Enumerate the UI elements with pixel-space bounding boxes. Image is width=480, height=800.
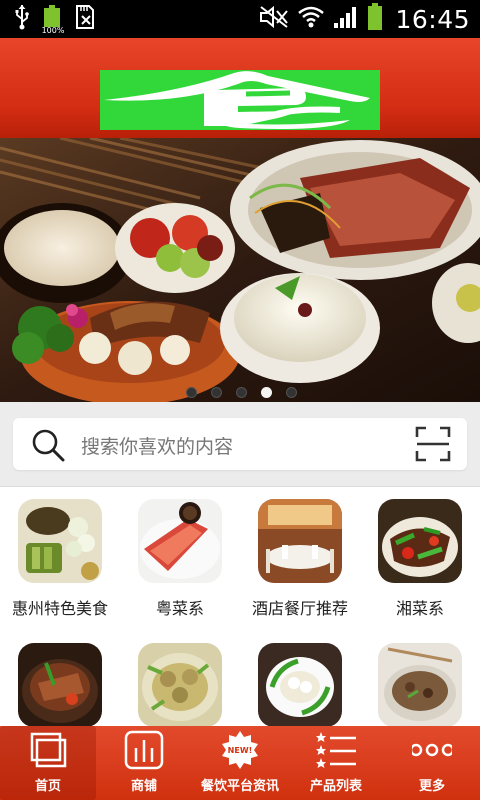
carousel-dot[interactable] bbox=[236, 387, 247, 398]
category-thumbnail bbox=[138, 499, 222, 583]
category-thumbnail bbox=[258, 499, 342, 583]
category-label: 酒店餐厅推荐 bbox=[251, 599, 348, 618]
category-huizhou-specialty[interactable]: 惠州特色美食 bbox=[0, 487, 120, 618]
category-hotel-restaurant[interactable]: 酒店餐厅推荐 bbox=[240, 487, 360, 618]
tab-label: 产品列表 bbox=[309, 779, 362, 794]
wifi-icon bbox=[297, 5, 325, 33]
category-label: 湘菜系 bbox=[395, 599, 444, 618]
category-hunan[interactable]: 湘菜系 bbox=[360, 487, 480, 618]
carousel-indicator bbox=[186, 387, 297, 398]
tab-more[interactable]: 更多 bbox=[384, 726, 480, 800]
category-thumbnail bbox=[18, 643, 102, 727]
mute-icon bbox=[259, 5, 289, 33]
category-thumbnail bbox=[378, 643, 462, 727]
signal-icon bbox=[333, 5, 359, 33]
tab-home[interactable]: 首页 bbox=[0, 726, 96, 800]
carousel-dot[interactable] bbox=[186, 387, 197, 398]
tab-label: 餐饮平台资讯 bbox=[200, 779, 279, 794]
category-thumbnail bbox=[18, 499, 102, 583]
more-dots-icon bbox=[409, 730, 455, 770]
new-badge-text: NEW! bbox=[228, 746, 253, 755]
tab-shop[interactable]: 商铺 bbox=[96, 726, 192, 800]
search-icon[interactable] bbox=[31, 428, 65, 466]
search-input[interactable]: 搜索你喜欢的内容 bbox=[81, 432, 233, 459]
scan-icon[interactable] bbox=[415, 426, 451, 466]
category-item-8[interactable] bbox=[360, 631, 480, 727]
clock: 16:45 bbox=[395, 4, 470, 34]
tab-label: 首页 bbox=[34, 779, 61, 794]
home-window-icon bbox=[28, 730, 68, 770]
battery-icon bbox=[367, 3, 383, 35]
food-banner-carousel[interactable] bbox=[0, 138, 480, 402]
category-item-6[interactable] bbox=[120, 631, 240, 727]
category-thumbnail bbox=[378, 499, 462, 583]
battery-percent-label: 100% bbox=[41, 26, 65, 35]
shop-bars-icon bbox=[124, 730, 164, 770]
status-bar-left: 100% bbox=[14, 4, 96, 35]
new-badge-icon: NEW! bbox=[220, 730, 260, 770]
category-label: 惠州特色美食 bbox=[11, 599, 108, 618]
battery-100-icon: 100% bbox=[42, 5, 64, 35]
search-section: 搜索你喜欢的内容 bbox=[0, 402, 480, 486]
category-item-7[interactable] bbox=[240, 631, 360, 727]
search-bar[interactable]: 搜索你喜欢的内容 bbox=[13, 418, 467, 470]
tab-product-list[interactable]: 产品列表 bbox=[288, 726, 384, 800]
category-thumbnail bbox=[258, 643, 342, 727]
category-grid: 惠州特色美食 粤菜系 酒店餐厅推荐 湘菜系 bbox=[0, 486, 480, 727]
category-item-5[interactable] bbox=[0, 631, 120, 727]
category-cantonese[interactable]: 粤菜系 bbox=[120, 487, 240, 618]
logo-graphic bbox=[100, 70, 380, 130]
app-logo bbox=[100, 70, 380, 130]
usb-icon bbox=[14, 4, 30, 34]
banner-food-photo bbox=[0, 138, 480, 402]
category-label: 粤菜系 bbox=[155, 599, 204, 618]
carousel-dot-active[interactable] bbox=[261, 387, 272, 398]
status-bar: 100% 16:45 bbox=[0, 0, 480, 38]
tab-catering-news[interactable]: NEW! 餐饮平台资讯 bbox=[192, 726, 288, 800]
sd-card-icon bbox=[74, 4, 96, 34]
carousel-dot[interactable] bbox=[211, 387, 222, 398]
carousel-dot[interactable] bbox=[286, 387, 297, 398]
star-list-icon bbox=[316, 730, 356, 770]
tab-label: 商铺 bbox=[130, 779, 157, 794]
status-bar-right: 16:45 bbox=[259, 3, 470, 35]
app-header bbox=[0, 38, 480, 138]
bottom-tab-bar: 首页 商铺 NEW! 餐饮平台资讯 产品列表 更多 bbox=[0, 726, 480, 800]
category-thumbnail bbox=[138, 643, 222, 727]
tab-label: 更多 bbox=[418, 779, 445, 794]
